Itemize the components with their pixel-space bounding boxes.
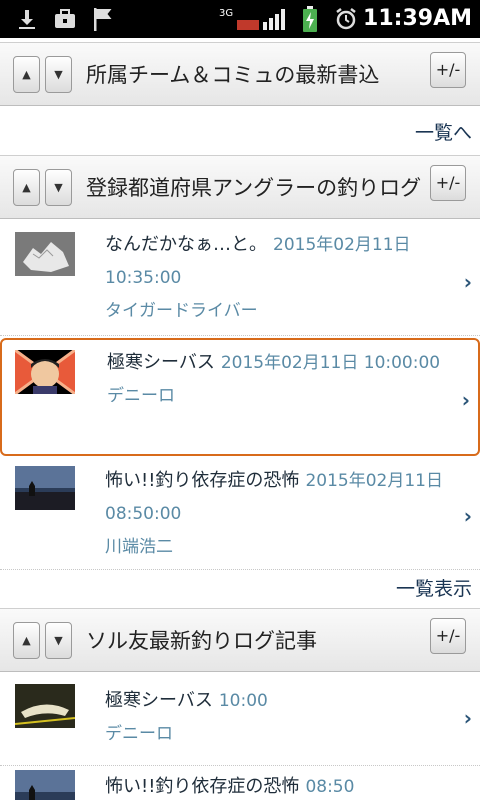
thumbnail bbox=[15, 350, 75, 394]
log-item[interactable]: なんだかなぁ…と。 2015年02月11日 10:35:00 タイガードライバー … bbox=[0, 220, 480, 336]
chevron-right-icon: › bbox=[461, 388, 470, 412]
move-up-button[interactable]: ▲ bbox=[13, 169, 40, 206]
signal-icon: 3G bbox=[218, 6, 288, 32]
log-author: 川端浩二 bbox=[105, 537, 173, 557]
thumbnail bbox=[15, 684, 75, 728]
view-list-link[interactable]: 一覧へ bbox=[415, 118, 472, 145]
move-up-button[interactable]: ▲ bbox=[13, 56, 40, 93]
log-date: 2015年02月11日 10:00:00 bbox=[220, 353, 441, 373]
network-type-label: 3G bbox=[219, 8, 233, 19]
view-list-link[interactable]: 一覧表示 bbox=[396, 574, 472, 601]
section-header-prefecture-logs: ▲ ▼ 登録都道府県アングラーの釣りログ +/- bbox=[0, 155, 480, 219]
log-author: タイガードライバー bbox=[105, 301, 258, 321]
flag-icon bbox=[90, 6, 116, 32]
log-author: デニーロ bbox=[107, 386, 175, 406]
log-item-selected[interactable]: 極寒シーバス 2015年02月11日 10:00:00 デニーロ › bbox=[0, 338, 480, 456]
log-title: 極寒シーバス bbox=[107, 352, 215, 373]
thumbnail bbox=[15, 466, 75, 510]
battery-charging-icon bbox=[300, 6, 320, 32]
chevron-right-icon: › bbox=[463, 270, 472, 294]
briefcase-icon bbox=[52, 6, 78, 32]
toggle-section-button[interactable]: +/- bbox=[430, 165, 466, 201]
thumbnail bbox=[15, 232, 75, 276]
toggle-section-button[interactable]: +/- bbox=[430, 618, 466, 654]
section-header-friends-logs: ▲ ▼ ソル友最新釣りログ記事 +/- bbox=[0, 608, 480, 672]
chevron-right-icon: › bbox=[463, 504, 472, 528]
log-author: デニーロ bbox=[105, 724, 173, 744]
chevron-right-icon: › bbox=[463, 706, 472, 730]
log-item[interactable]: 怖い!!釣り依存症の恐怖 2015年02月11日 08:50:00 川端浩二 › bbox=[0, 458, 480, 570]
status-time: 11:39AM bbox=[363, 6, 472, 31]
section-header-team: ▲ ▼ 所属チーム＆コミュの最新書込 +/- bbox=[0, 42, 480, 106]
log-item[interactable]: 極寒シーバス 10:00 デニーロ › bbox=[0, 674, 480, 766]
move-down-button[interactable]: ▼ bbox=[45, 622, 72, 659]
section-title: 登録都道府県アングラーの釣りログ bbox=[86, 176, 422, 200]
thumbnail bbox=[15, 770, 75, 800]
log-item[interactable]: 怖い!!釣り依存症の恐怖 08:50 bbox=[0, 768, 480, 800]
log-date: 08:50 bbox=[305, 777, 355, 797]
log-title: 怖い!!釣り依存症の恐怖 bbox=[105, 776, 300, 797]
move-down-button[interactable]: ▼ bbox=[45, 56, 72, 93]
log-title: なんだかなぁ…と。 bbox=[105, 234, 267, 255]
log-date: 10:00 bbox=[218, 691, 268, 711]
section-title: ソル友最新釣りログ記事 bbox=[86, 629, 317, 653]
log-title: 怖い!!釣り依存症の恐怖 bbox=[105, 470, 300, 491]
move-up-button[interactable]: ▲ bbox=[13, 622, 40, 659]
section-title: 所属チーム＆コミュの最新書込 bbox=[86, 63, 380, 87]
status-bar: 3G 11:39AM bbox=[0, 0, 480, 38]
toggle-section-button[interactable]: +/- bbox=[430, 52, 466, 88]
alarm-icon bbox=[333, 6, 359, 32]
download-icon bbox=[14, 6, 40, 32]
move-down-button[interactable]: ▼ bbox=[45, 169, 72, 206]
log-title: 極寒シーバス bbox=[105, 690, 213, 711]
